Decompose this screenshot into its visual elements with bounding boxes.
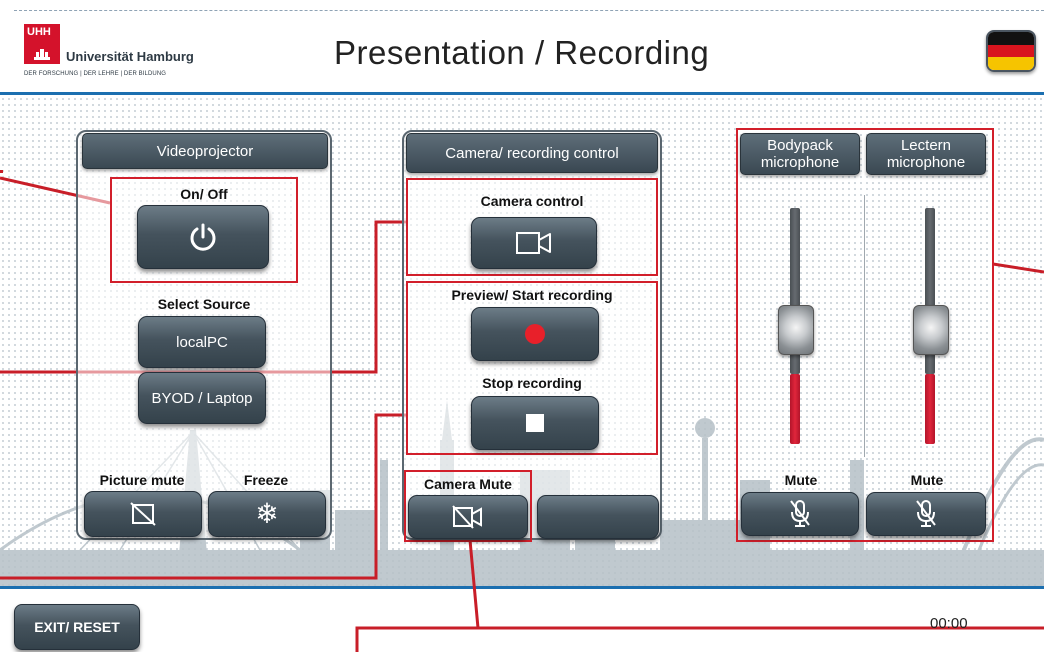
session-timer: 00:00	[930, 615, 968, 632]
stop-square-icon	[526, 414, 544, 432]
camera-mute-label: Camera Mute	[424, 476, 512, 492]
microphone-off-icon	[790, 500, 810, 527]
camera-off-icon	[452, 505, 482, 529]
power-icon	[190, 223, 216, 251]
bodypack-mute-button[interactable]	[741, 492, 859, 536]
stop-recording-button[interactable]	[471, 396, 599, 450]
start-recording-button[interactable]	[471, 307, 599, 361]
lectern-slider-knob[interactable]	[913, 305, 949, 355]
power-label: On/ Off	[180, 186, 228, 202]
bodypack-slider-knob[interactable]	[778, 305, 814, 355]
preview-start-label: Preview/ Start recording	[451, 287, 613, 303]
microphone-channel-divider	[864, 195, 865, 457]
lectern-mute-label: Mute	[910, 472, 944, 488]
camera-control-button[interactable]	[471, 217, 597, 269]
picture-mute-label: Picture mute	[99, 472, 185, 488]
camera-recording-title: Camera/ recording control	[406, 133, 658, 173]
video-camera-icon	[516, 232, 551, 254]
source-byod-button[interactable]: BYOD / Laptop	[138, 372, 266, 424]
lectern-slider-level-fill	[925, 374, 935, 444]
source-localpc-button[interactable]: localPC	[138, 316, 266, 368]
snowflake-icon: ❄	[255, 498, 279, 529]
picture-mute-icon	[130, 502, 156, 526]
bodypack-mute-label: Mute	[784, 472, 818, 488]
record-dot-icon	[525, 324, 545, 344]
freeze-button[interactable]: ❄	[208, 491, 326, 537]
bodypack-microphone-title: Bodypack microphone	[740, 133, 860, 175]
select-source-label: Select Source	[157, 296, 251, 312]
picture-mute-button[interactable]	[84, 491, 202, 537]
blank-camera-button[interactable]	[537, 495, 659, 539]
projector-power-button[interactable]	[137, 205, 269, 269]
lectern-microphone-title: Lectern microphone	[866, 133, 986, 175]
camera-mute-button[interactable]	[408, 495, 528, 539]
microphone-off-icon	[916, 500, 936, 527]
lectern-volume-slider[interactable]	[912, 208, 952, 448]
stop-recording-label: Stop recording	[482, 375, 582, 391]
videoprojector-title: Videoprojector	[82, 133, 328, 169]
lectern-mute-button[interactable]	[866, 492, 986, 536]
camera-control-label: Camera control	[480, 193, 584, 209]
freeze-label: Freeze	[243, 472, 289, 488]
bodypack-slider-level-fill	[790, 374, 800, 444]
exit-reset-button[interactable]: EXIT/ RESET	[14, 604, 140, 650]
bodypack-volume-slider[interactable]	[778, 208, 818, 448]
